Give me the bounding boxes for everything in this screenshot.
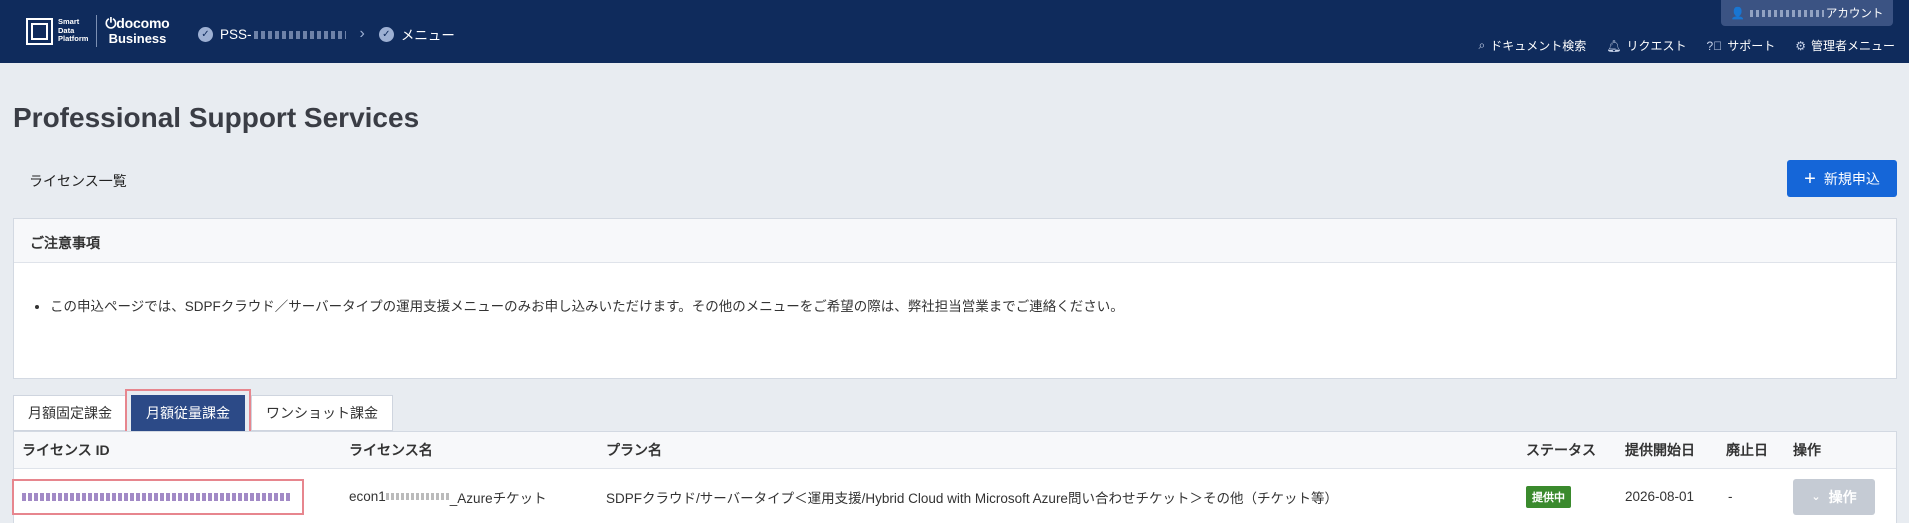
top-nav: ⌕ ドキュメント検索 🔔︎ リクエスト ?⃝ サポート ⚙ 管理者メニュー: [1459, 37, 1895, 54]
column-header-license-name: ライセンス名: [349, 442, 433, 458]
redacted-license-name: [385, 493, 450, 500]
column-header-actions: 操作: [1793, 442, 1821, 458]
table-row: econ1 _Azureチケット SDPFクラウド/サーバータイプ＜運用支援/H…: [12, 469, 1896, 523]
action-dropdown-button[interactable]: ⌄ 操作: [1793, 478, 1875, 515]
notice-panel: ご注意事項 この申込ページでは、SDPFクラウド／サーバータイプの運用支援メニュ…: [13, 218, 1897, 379]
new-application-label: 新規申込: [1823, 170, 1880, 187]
nav-support[interactable]: ?⃝ サポート: [1707, 37, 1776, 54]
docomo-business-logo: ⏻docomo Business: [105, 15, 170, 47]
brand-divider: [96, 15, 98, 47]
user-icon: 👤: [1730, 8, 1745, 20]
notice-list: この申込ページでは、SDPFクラウド／サーバータイプの運用支援メニューのみお申し…: [14, 263, 1896, 315]
action-button-label: 操作: [1828, 488, 1857, 505]
license-name-cell: econ1 _Azureチケット: [349, 469, 547, 523]
docomo-logo-icon: ⏻: [105, 15, 117, 31]
plan-name-cell: SDPFクラウド/サーバータイプ＜運用支援/Hybrid Cloud with …: [606, 490, 1338, 506]
brand-logo[interactable]: Smart Data Platform ⏻docomo Business: [26, 15, 170, 47]
chevron-right-icon: ›: [359, 25, 365, 42]
business-text: Business: [108, 31, 167, 46]
license-id-link[interactable]: [22, 469, 292, 523]
gear-icon: ⚙: [1795, 38, 1806, 53]
nav-admin-menu-label: 管理者メニュー: [1810, 39, 1895, 53]
breadcrumb-pss-label: PSS-: [220, 26, 252, 42]
plus-icon: +: [1804, 167, 1816, 190]
highlight-frame: 月額従量課金: [125, 389, 251, 437]
section-title-license-list: ライセンス一覧: [29, 173, 127, 189]
column-header-end-date: 廃止日: [1726, 442, 1768, 458]
column-header-license-id: ライセンス ID: [22, 442, 110, 458]
breadcrumb-item-pss[interactable]: PSS-: [220, 27, 346, 42]
nav-request-label: リクエスト: [1626, 39, 1687, 53]
column-header-status: ステータス: [1526, 442, 1596, 458]
column-header-start-date: 提供開始日: [1625, 442, 1695, 458]
redacted-license-id: [22, 493, 292, 502]
page-title: Professional Support Services: [13, 102, 420, 133]
check-circle-icon: ✓: [378, 26, 394, 42]
account-menu-button[interactable]: 👤 アカウント: [1721, 0, 1893, 26]
sdp-square-icon: [26, 17, 53, 45]
chevron-down-icon: ⌄: [1811, 491, 1821, 503]
action-cell: ⌄ 操作: [1793, 469, 1875, 523]
notice-heading: ご注意事項: [14, 219, 1896, 263]
start-date-cell: 2026-08-01: [1625, 489, 1695, 504]
docomo-text: docomo: [116, 15, 170, 31]
tab-monthly-metered[interactable]: 月額従量課金: [131, 395, 245, 431]
notice-item: この申込ページでは、SDPFクラウド／サーバータイプの運用支援メニューのみお申し…: [50, 295, 1876, 315]
new-application-button[interactable]: + 新規申込: [1787, 160, 1897, 197]
nav-request[interactable]: 🔔︎ リクエスト: [1606, 37, 1686, 54]
nav-document-search[interactable]: ⌕ ドキュメント検索: [1479, 37, 1587, 54]
sdp-logo-text: Smart Data Platform: [58, 17, 89, 44]
tab-one-shot[interactable]: ワンショット課金: [251, 395, 393, 431]
license-table: ライセンス ID ライセンス名 プラン名 ステータス 提供開始日 廃止日 操作 …: [12, 431, 1897, 523]
top-header: Smart Data Platform ⏻docomo Business ✓ P…: [0, 0, 1909, 63]
license-name-suffix: _Azureチケット: [449, 490, 547, 506]
tab-monthly-fixed[interactable]: 月額固定課金: [13, 395, 127, 431]
end-date-cell: -: [1728, 489, 1733, 504]
column-header-plan-name: プラン名: [606, 442, 662, 458]
billing-tabs: 月額固定課金 月額従量課金 ワンショット課金: [13, 389, 393, 437]
account-label: アカウント: [1825, 8, 1884, 20]
license-name-prefix: econ1: [349, 489, 386, 504]
nav-support-label: サポート: [1727, 39, 1776, 53]
nav-admin-menu[interactable]: ⚙ 管理者メニュー: [1795, 37, 1895, 54]
status-badge: 提供中: [1526, 485, 1571, 508]
breadcrumb-item-menu[interactable]: メニュー: [401, 24, 455, 44]
status-cell: 提供中: [1526, 469, 1571, 523]
help-icon: ?⃝: [1706, 38, 1723, 53]
redacted-text: [253, 30, 346, 39]
bell-icon: 🔔︎: [1606, 38, 1622, 53]
nav-document-search-label: ドキュメント検索: [1490, 39, 1587, 53]
breadcrumb: ✓ PSS- › ✓ メニュー: [198, 24, 455, 44]
check-circle-icon: ✓: [198, 26, 213, 42]
smart-data-platform-logo: Smart Data Platform: [26, 17, 89, 45]
table-header-row: ライセンス ID ライセンス名 プラン名 ステータス 提供開始日 廃止日 操作: [14, 432, 1896, 469]
redacted-account-name: [1749, 9, 1824, 17]
search-icon: ⌕: [1478, 38, 1486, 52]
